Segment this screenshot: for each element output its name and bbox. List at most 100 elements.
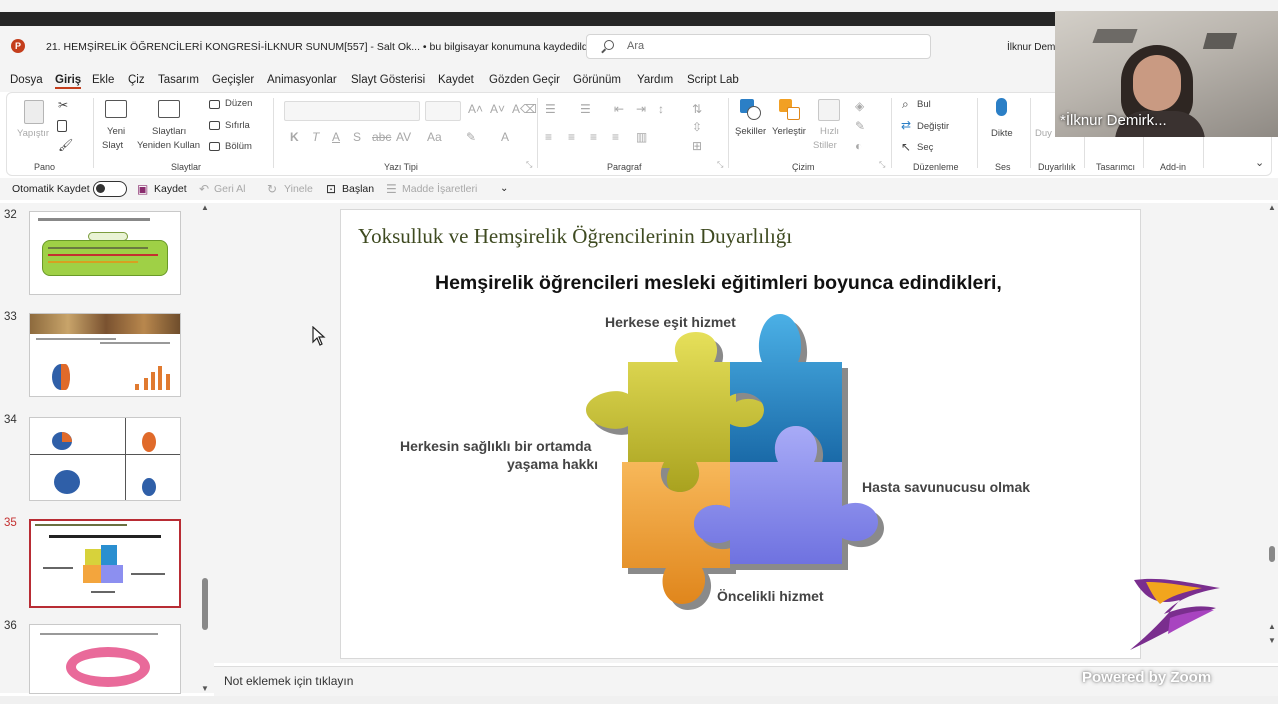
quick-styles-label-2[interactable]: Stiller [813, 140, 837, 151]
menu-kaydet[interactable]: Kaydet [438, 74, 474, 86]
smartart-icon[interactable]: ⊞ [692, 139, 702, 153]
shape-effects-icon[interactable]: ◐ [855, 139, 862, 153]
dictate-button[interactable]: Dikte [991, 128, 1013, 139]
change-case-icon[interactable]: Aa [427, 130, 442, 144]
autosave-toggle[interactable] [93, 181, 127, 197]
cut-icon[interactable]: ✂ [58, 98, 68, 112]
new-slide-label-2[interactable]: Slayt [102, 140, 123, 151]
arrange-button[interactable]: Yerleştir [772, 126, 806, 137]
bold-icon[interactable]: K [290, 130, 299, 144]
slide-thumbnail-32[interactable] [29, 211, 181, 295]
font-color-icon[interactable]: A [501, 130, 509, 144]
copy-icon[interactable] [57, 120, 67, 132]
char-spacing-icon[interactable]: AV [396, 130, 411, 144]
increase-indent-icon[interactable]: ⇥ [636, 102, 646, 116]
prev-slide-icon[interactable]: ▲ [1268, 622, 1276, 631]
undo-button[interactable]: Geri Al [214, 183, 246, 195]
align-text-icon[interactable]: ⇳ [692, 120, 702, 134]
menu-yardim[interactable]: Yardım [637, 74, 673, 86]
slide-thumbnail-33[interactable] [29, 313, 181, 397]
save-button[interactable]: Kaydet [154, 183, 187, 195]
user-name[interactable]: İlknur Dem [1007, 42, 1055, 53]
puzzle-graphic[interactable] [578, 306, 888, 616]
format-painter-icon[interactable]: 🖌 [58, 138, 73, 152]
strikethrough-icon[interactable]: abc [372, 130, 391, 144]
drawing-dialog-launcher-icon[interactable]: ⤡ [879, 160, 885, 170]
shape-fill-icon[interactable]: ◈ [855, 99, 864, 113]
highlight-icon[interactable]: ✎ [466, 130, 476, 144]
canvas-scrollbar[interactable] [1268, 208, 1276, 678]
find-button[interactable]: Bul [917, 99, 931, 110]
align-center-icon[interactable]: ≡ [568, 130, 575, 144]
line-spacing-icon[interactable]: ↕ [658, 102, 664, 116]
font-name-select[interactable] [284, 101, 420, 121]
from-start-button[interactable]: Başlan [342, 183, 374, 195]
notes-placeholder[interactable]: Not eklemek için tıklayın [224, 674, 353, 688]
menu-ciz[interactable]: Çiz [128, 74, 145, 86]
reset-button[interactable]: Sıfırla [225, 120, 250, 131]
section-button[interactable]: Bölüm [225, 141, 252, 152]
menu-tasarim[interactable]: Tasarım [158, 74, 199, 86]
align-left-icon[interactable]: ≡ [545, 130, 552, 144]
separator [273, 98, 274, 168]
shapes-button[interactable]: Şekiller [735, 126, 766, 137]
next-slide-icon[interactable]: ▼ [1268, 636, 1276, 645]
slide-thumbnail-34[interactable] [29, 417, 181, 501]
clear-format-icon[interactable]: A⌫ [512, 102, 537, 116]
shape-outline-icon[interactable]: ✎ [855, 119, 865, 133]
document-title[interactable]: 21. HEMŞİRELİK ÖĞRENCİLERİ KONGRESİ-İLKN… [46, 41, 590, 53]
new-slide-label-1[interactable]: Yeni [107, 126, 125, 137]
quick-styles-label-1[interactable]: Hızlı [820, 126, 839, 137]
ribbon-collapse-chevron-icon[interactable]: ⌄ [1255, 156, 1264, 169]
grow-font-icon[interactable]: A˄ [468, 102, 483, 116]
puzzle-label-left-line2[interactable]: yaşama hakkı [507, 456, 598, 472]
layout-button[interactable]: Düzen [225, 98, 252, 109]
slide-thumbnail-36[interactable] [29, 624, 181, 694]
menu-script-lab[interactable]: Script Lab [687, 74, 739, 86]
puzzle-label-left-line1[interactable]: Herkesin sağlıklı bir ortamda [400, 438, 591, 454]
redo-button[interactable]: Yinele [284, 183, 313, 195]
puzzle-label-top[interactable]: Herkese eşit hizmet [605, 314, 736, 330]
shrink-font-icon[interactable]: A˅ [490, 102, 505, 116]
justify-icon[interactable]: ≡ [612, 130, 619, 144]
text-direction-icon[interactable]: ⇅ [692, 102, 702, 116]
puzzle-label-bottom[interactable]: Öncelikli hizmet [717, 588, 824, 604]
slide-thumbnail-35-active[interactable] [29, 519, 181, 608]
replace-button[interactable]: Değiştir [917, 121, 949, 132]
menu-slayt-gosterisi[interactable]: Slayt Gösterisi [351, 74, 425, 86]
menu-animasyonlar[interactable]: Animasyonlar [267, 74, 337, 86]
menu-giris[interactable]: Giriş [55, 74, 82, 89]
font-dialog-launcher-icon[interactable]: ⤡ [526, 160, 532, 170]
menu-gorunum[interactable]: Görünüm [573, 74, 621, 86]
menu-gozden-gecir[interactable]: Gözden Geçir [489, 74, 560, 86]
reuse-slides-label-2[interactable]: Yeniden Kullan [137, 140, 200, 151]
sensitivity-button[interactable]: Duy [1035, 128, 1052, 139]
puzzle-label-right[interactable]: Hasta savunucusu olmak [862, 479, 1030, 495]
thumbnail-scrollbar-thumb[interactable] [202, 578, 208, 630]
bullets-button[interactable]: Madde İşaretleri [402, 183, 477, 195]
select-button[interactable]: Seç [917, 142, 933, 153]
scroll-up-icon[interactable]: ▲ [201, 203, 209, 212]
scroll-down-icon[interactable]: ▼ [201, 684, 209, 693]
paste-button[interactable]: Yapıştır [17, 128, 49, 139]
font-size-select[interactable] [425, 101, 461, 121]
paragraph-dialog-launcher-icon[interactable]: ⤡ [717, 160, 723, 170]
bullets-icon[interactable]: ☰ [545, 102, 556, 116]
reuse-slides-label-1[interactable]: Slaytları [152, 126, 186, 137]
canvas-scrollbar-thumb[interactable] [1269, 546, 1275, 562]
shadow-icon[interactable]: S [353, 130, 361, 144]
menu-gecisler[interactable]: Geçişler [212, 74, 254, 86]
numbering-icon[interactable]: ☰ [580, 102, 591, 116]
slide-subtitle[interactable]: Hemşirelik öğrencileri mesleki eğitimler… [435, 272, 1002, 295]
align-right-icon[interactable]: ≡ [590, 130, 597, 144]
italic-icon[interactable]: T [312, 130, 319, 144]
slide-title[interactable]: Yoksulluk ve Hemşirelik Öğrencilerinin D… [358, 224, 792, 249]
menu-dosya[interactable]: Dosya [10, 74, 43, 86]
decrease-indent-icon[interactable]: ⇤ [614, 102, 624, 116]
customize-qat-icon[interactable]: ⌄ [500, 183, 508, 194]
menu-ekle[interactable]: Ekle [92, 74, 114, 86]
canvas-scroll-up-icon[interactable]: ▲ [1268, 203, 1276, 212]
underline-icon[interactable]: A [332, 130, 340, 144]
search-box[interactable]: Ara [586, 34, 931, 59]
columns-icon[interactable]: ▥ [636, 130, 647, 144]
